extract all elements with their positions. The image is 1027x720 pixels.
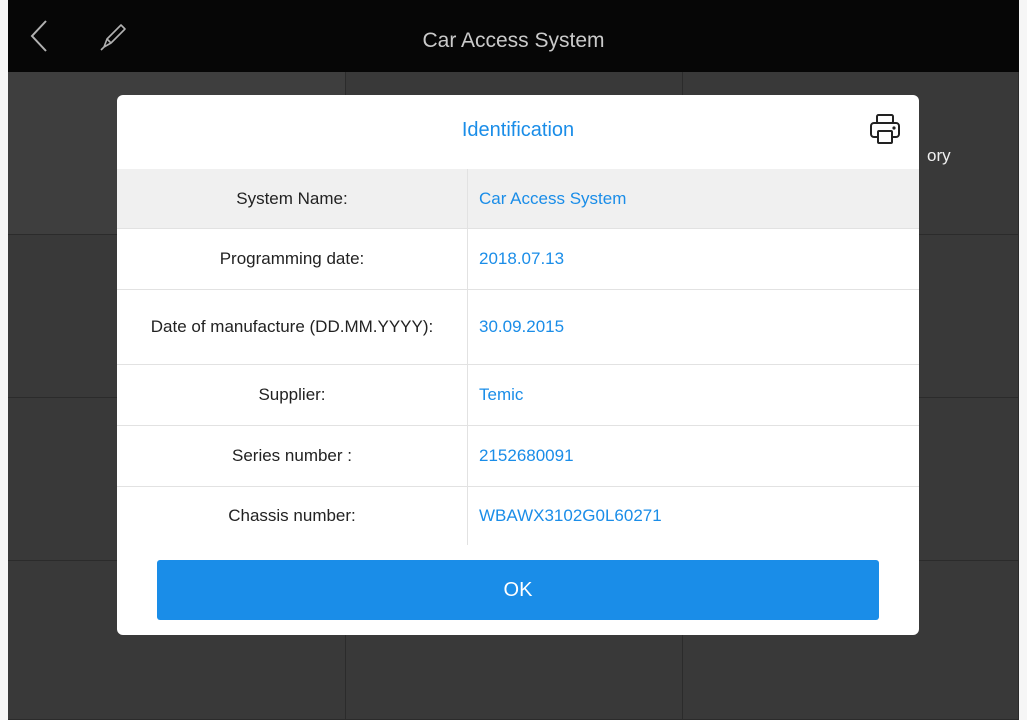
row-value: 30.09.2015 (479, 317, 565, 336)
identification-dialog: Identification System Name: Car Access S… (117, 95, 919, 635)
table-row: Series number : 2152680091 (117, 426, 919, 487)
row-value: Temic (479, 385, 524, 404)
row-label: System Name: (117, 169, 468, 228)
row-label: Series number : (117, 426, 468, 486)
row-value: 2152680091 (479, 446, 574, 465)
row-value: 2018.07.13 (479, 249, 565, 268)
row-value: WBAWX3102G0L60271 (479, 506, 662, 525)
row-label: Supplier: (117, 365, 468, 425)
row-label: Date of manufacture (DD.MM.YYYY): (117, 290, 468, 364)
row-value: Car Access System (479, 188, 627, 208)
printer-icon (870, 114, 900, 144)
row-label: Programming date: (117, 229, 468, 289)
ok-button[interactable]: OK (157, 560, 879, 620)
table-row: Supplier: Temic (117, 365, 919, 426)
table-row: Date of manufacture (DD.MM.YYYY): 30.09.… (117, 290, 919, 365)
dialog-title: Identification (461, 119, 575, 141)
table-row: Chassis number: WBAWX3102G0L60271 (117, 487, 919, 545)
table-row: Programming date: 2018.07.13 (117, 229, 919, 290)
print-button[interactable] (867, 111, 903, 147)
table-row: System Name: Car Access System (117, 169, 919, 229)
row-label: Chassis number: (117, 487, 468, 545)
identification-table: System Name: Car Access System Programmi… (117, 169, 919, 545)
